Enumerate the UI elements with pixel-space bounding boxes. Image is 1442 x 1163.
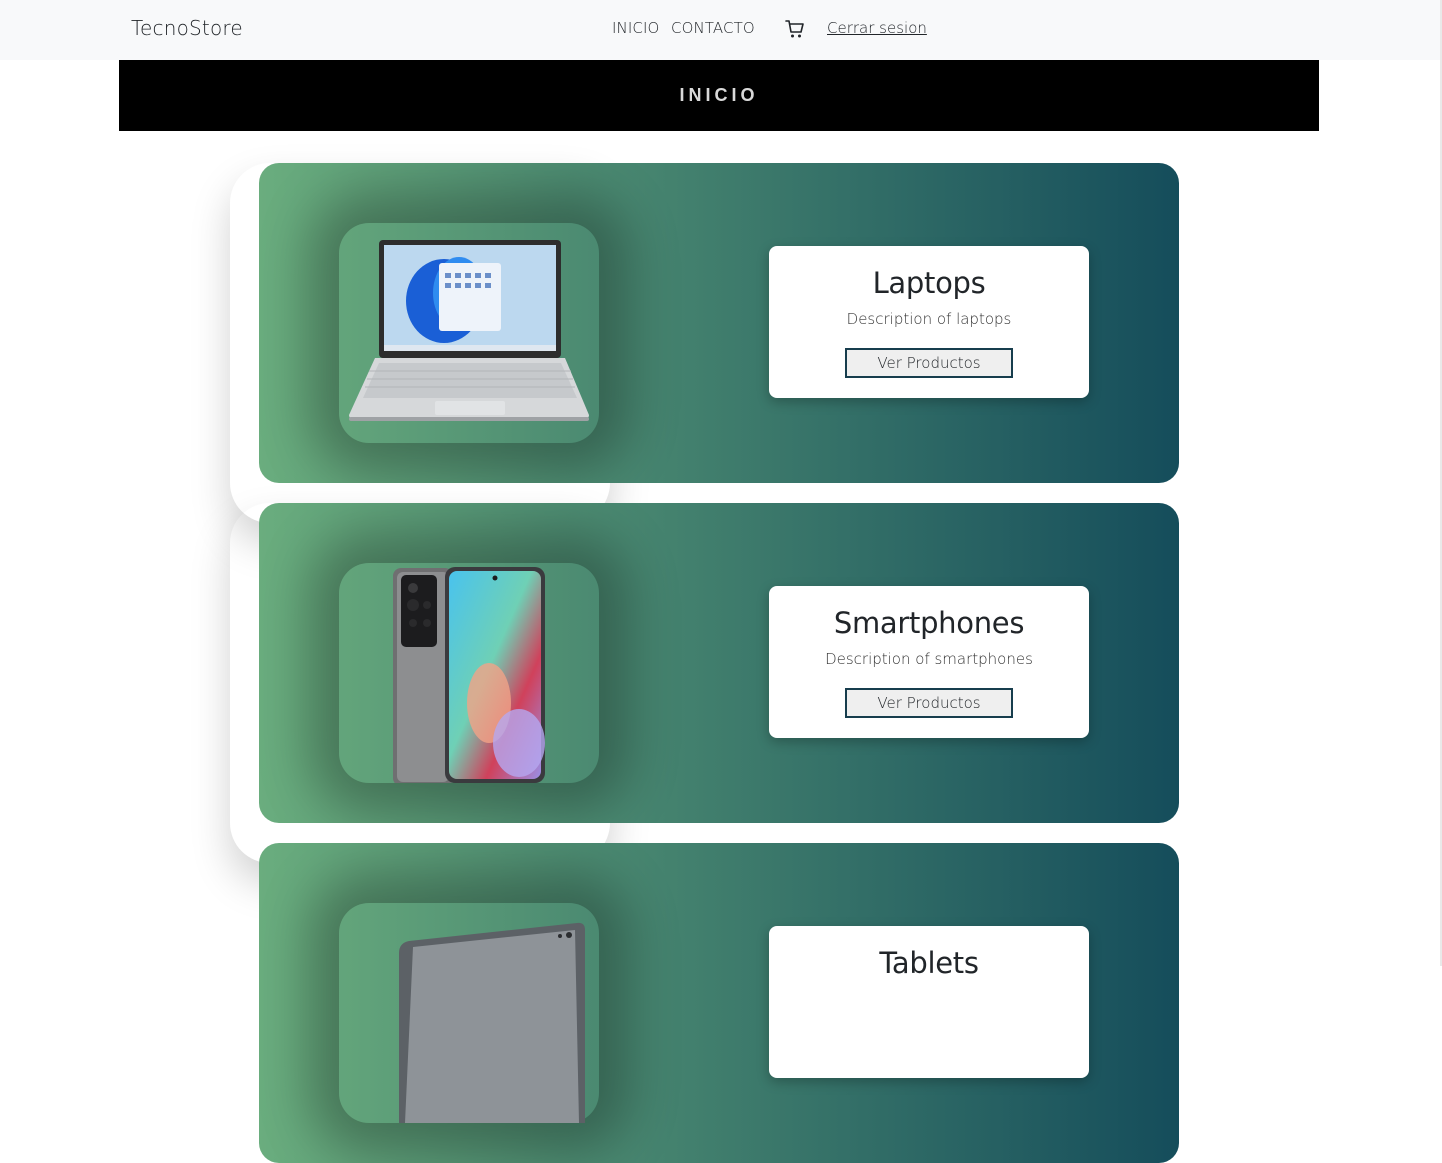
page-banner: INICIO	[119, 60, 1319, 131]
category-info-box: Laptops Description of laptops Ver Produ…	[769, 246, 1089, 398]
laptop-image	[339, 223, 599, 443]
view-products-button[interactable]: Ver Productos	[845, 688, 1013, 718]
tablet-image	[339, 903, 599, 1123]
category-info-box: Smartphones Description of smartphones V…	[769, 586, 1089, 738]
nav-link-inicio[interactable]: INICIO	[612, 19, 659, 37]
category-info-box: Tablets	[769, 926, 1089, 1078]
category-description: Description of laptops	[846, 310, 1012, 328]
category-card-tablets: Tablets	[259, 843, 1179, 1163]
category-description: Description of smartphones	[825, 650, 1033, 668]
category-title: Smartphones	[833, 606, 1025, 640]
cart-icon[interactable]	[785, 18, 805, 40]
smartphone-image	[339, 563, 599, 783]
category-card-smartphones: Smartphones Description of smartphones V…	[259, 503, 1179, 823]
navbar: TecnoStore INICIO CONTACTO Cerrar sesion	[0, 0, 1440, 60]
view-products-button[interactable]: Ver Productos	[845, 348, 1013, 378]
page-title: INICIO	[679, 85, 759, 105]
nav-link-contacto[interactable]: CONTACTO	[671, 19, 755, 37]
brand-logo[interactable]: TecnoStore	[131, 16, 243, 40]
category-title: Laptops	[872, 266, 986, 300]
category-card-laptops: Laptops Description of laptops Ver Produ…	[259, 163, 1179, 483]
logout-link[interactable]: Cerrar sesion	[827, 19, 927, 37]
category-title: Tablets	[879, 946, 979, 980]
